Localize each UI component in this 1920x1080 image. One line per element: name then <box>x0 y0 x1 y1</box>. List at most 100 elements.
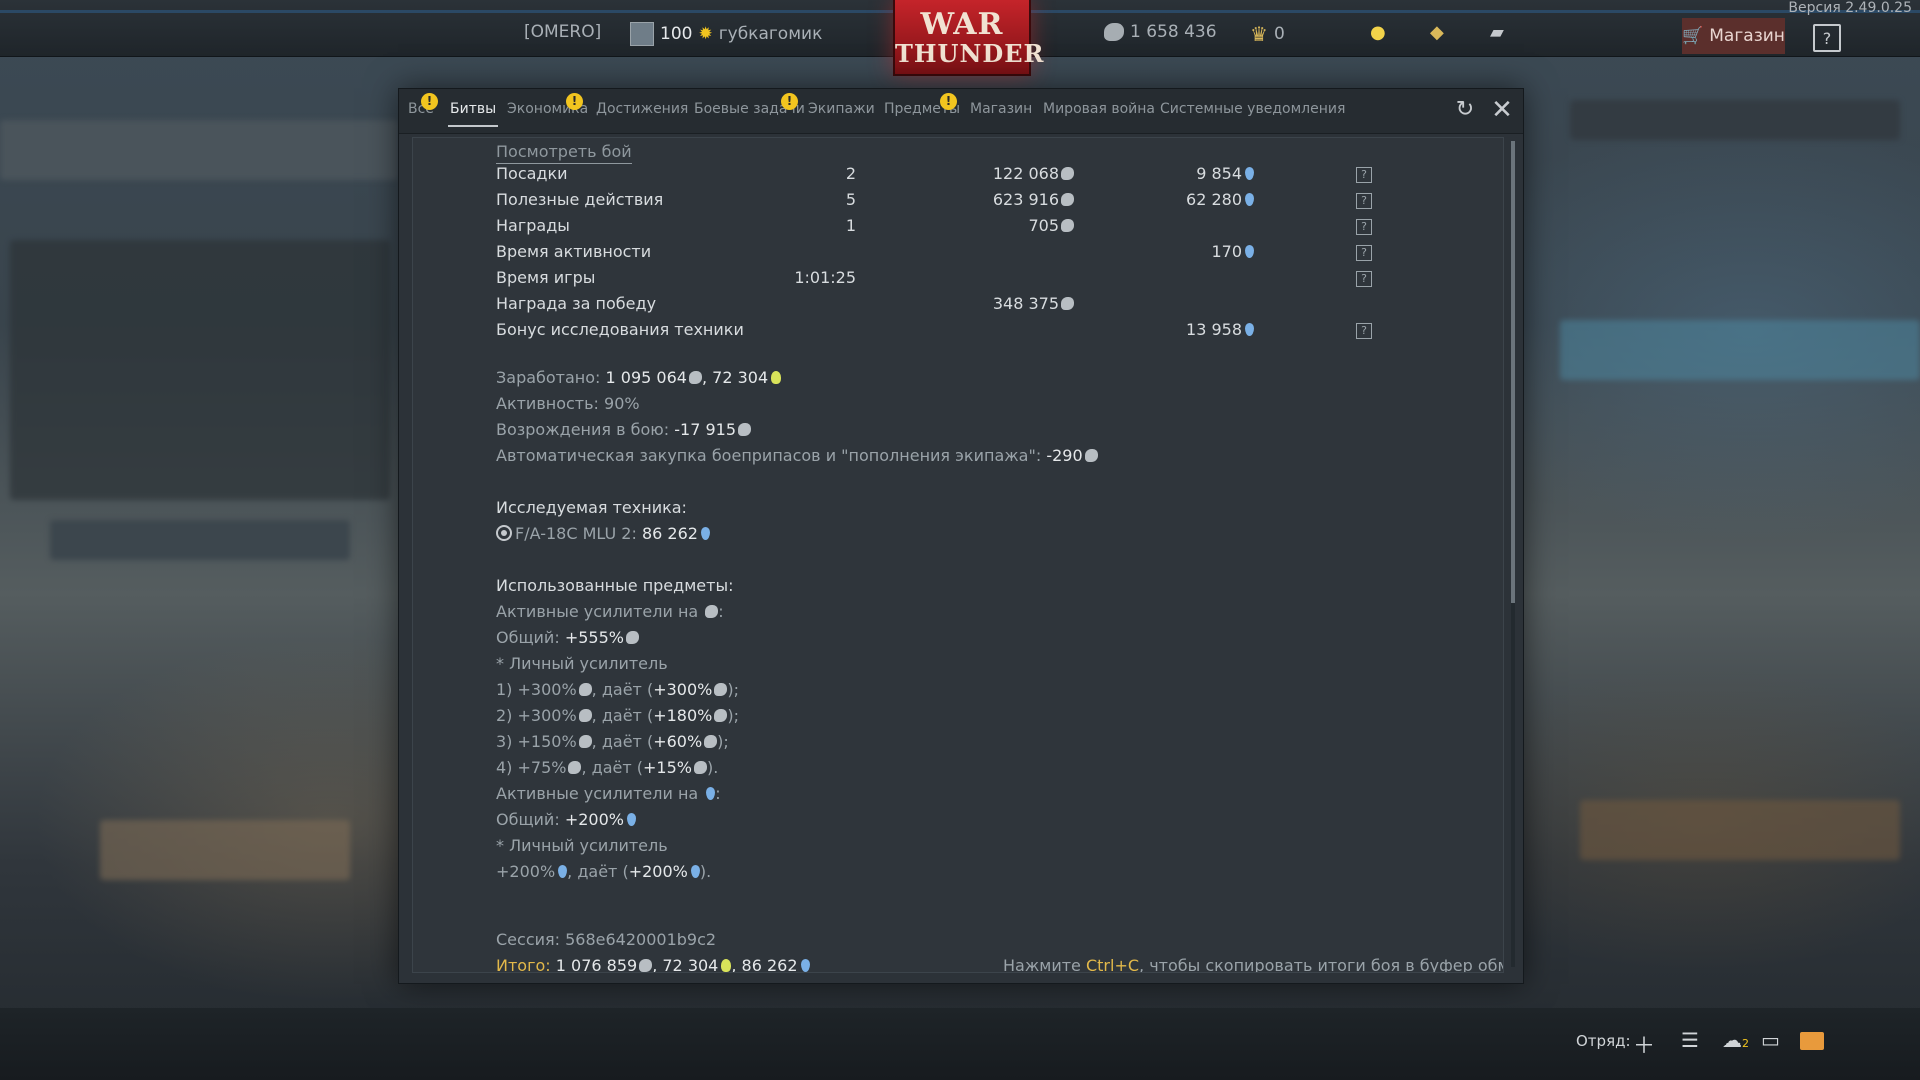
research-points-icon <box>706 787 716 800</box>
row-count: 5 <box>845 190 856 209</box>
research-radio-icon <box>496 525 512 541</box>
profile-info[interactable]: 100 ✹ губкагомик <box>630 22 822 46</box>
activity-line: Активность: 90% <box>496 394 640 413</box>
squad-tag[interactable]: [OMERO] <box>524 22 601 42</box>
research-points-icon <box>1245 245 1254 258</box>
silver-lions-icon <box>693 761 707 774</box>
table-row: Время активности 170 ? <box>496 242 1376 264</box>
player-nickname: губкагомик <box>718 24 823 44</box>
golden-eagles-balance[interactable]: ♛ 0 <box>1250 22 1285 46</box>
row-rp: 13 958 <box>1186 320 1254 339</box>
table-row: Награда за победу 348 375 <box>496 294 1376 316</box>
silver-lions-value: 1 658 436 <box>1130 22 1217 42</box>
help-icon[interactable]: ? <box>1356 219 1372 235</box>
scrollbar[interactable] <box>1511 141 1515 967</box>
sl-booster-item: 4) +75%, даёт (+15%). <box>496 758 719 777</box>
battle-report-content: Посмотреть бой Посадки 2 122 068 9 854 ?… <box>412 137 1504 973</box>
refresh-icon[interactable]: ↻ <box>1452 97 1478 123</box>
row-count: 1 <box>845 216 856 235</box>
shop-button[interactable]: 🛒 Магазин <box>1682 18 1785 54</box>
help-icon[interactable]: ? <box>1356 271 1372 287</box>
close-icon[interactable]: ✕ <box>1489 97 1515 123</box>
row-sl: 623 916 <box>993 190 1074 209</box>
tab-all[interactable]: ! Все <box>408 93 438 117</box>
logo-line-1: WAR <box>920 7 1004 42</box>
tab-achievements[interactable]: Достижения <box>596 101 688 117</box>
golden-eagles-value: 0 <box>1273 24 1285 44</box>
war-thunder-logo[interactable]: WAR THUNDER <box>893 0 1043 76</box>
row-count: 2 <box>845 164 856 183</box>
personal-booster-label: * Личный усилитель <box>496 654 668 673</box>
free-rp-icon <box>721 959 732 972</box>
chat-icon[interactable]: ▭ <box>1761 1028 1780 1052</box>
research-vehicle-line: F/A-18C MLU 2: 86 262 <box>496 524 710 543</box>
silver-lions-icon <box>625 631 639 644</box>
row-name: Полезные действия <box>496 190 664 209</box>
silver-lions-icon <box>714 709 728 722</box>
tab-world-war[interactable]: Мировая война <box>1043 101 1155 117</box>
rp-boosters-heading: Активные усилители на : <box>496 784 721 803</box>
silver-lions-icon <box>568 761 582 774</box>
list-icon[interactable]: ☰ <box>1681 1028 1699 1052</box>
silver-lions-balance[interactable]: 1 658 436 <box>1104 22 1217 42</box>
silver-lions-icon <box>578 709 592 722</box>
contacts-icon[interactable]: ☁2 <box>1722 1028 1749 1052</box>
help-icon[interactable]: ? <box>1356 245 1372 261</box>
premium-diamond-icon[interactable]: ◆ <box>1430 22 1444 43</box>
row-name: Время активности <box>496 242 652 261</box>
research-points-icon <box>626 813 636 826</box>
silver-lions-icon <box>714 683 728 696</box>
level-star-icon: ✹ <box>698 24 713 44</box>
warning-icon: ! <box>421 93 438 110</box>
row-rp: 9 854 <box>1196 164 1254 183</box>
tab-shop[interactable]: Магазин <box>970 101 1032 117</box>
silver-lions-icon <box>738 423 751 436</box>
silver-lions-icon <box>578 735 592 748</box>
sl-booster-item: 1) +300%, даёт (+300%); <box>496 680 739 699</box>
scrollbar-thumb[interactable] <box>1511 141 1515 603</box>
add-squad-icon[interactable]: ＋ <box>1633 1028 1655 1060</box>
lightbulb-icon[interactable]: ● <box>1370 22 1386 43</box>
table-row: Время игры 1:01:25 ? <box>496 268 1376 290</box>
silver-lions-icon <box>578 683 592 696</box>
mail-icon[interactable] <box>1800 1032 1824 1050</box>
rp-booster-item: +200%, даёт (+200%). <box>496 862 712 881</box>
help-button[interactable]: ? <box>1813 24 1841 52</box>
total-label: Итого: <box>496 956 551 973</box>
bottom-bar <box>0 1008 1920 1080</box>
items-heading: Использованные предметы: <box>496 576 734 595</box>
tab-label: Мировая война <box>1043 101 1155 117</box>
sl-booster-item: 2) +300%, даёт (+180%); <box>496 706 739 725</box>
row-count: 1:01:25 <box>794 268 856 287</box>
sl-booster-item: 3) +150%, даёт (+60%); <box>496 732 729 751</box>
contacts-count: 2 <box>1742 1037 1749 1050</box>
coupon-icon[interactable]: ▰ <box>1490 22 1504 43</box>
tab-system-notifications[interactable]: Системные уведомления <box>1160 101 1345 117</box>
tab-crews[interactable]: Экипажи <box>808 101 875 117</box>
row-sl: 348 375 <box>993 294 1074 313</box>
session-line: Сессия: 568e6420001b9c2 <box>496 930 717 949</box>
help-icon[interactable]: ? <box>1356 193 1372 209</box>
research-points-icon <box>700 527 710 540</box>
row-name: Посадки <box>496 164 568 183</box>
help-icon[interactable]: ? <box>1356 167 1372 183</box>
tab-label: Магазин <box>970 101 1033 117</box>
row-rp: 62 280 <box>1186 190 1254 209</box>
tab-battles[interactable]: Битвы <box>447 101 499 127</box>
total-line: Итого: 1 076 859, 72 304, 86 262 <box>496 956 810 973</box>
tab-economy[interactable]: ! Экономика <box>507 93 588 117</box>
warning-icon: ! <box>781 93 798 110</box>
autobuy-line: Автоматическая закупка боеприпасов и "по… <box>496 446 1098 465</box>
research-points-icon <box>800 959 810 972</box>
avatar <box>630 22 654 46</box>
top-bar: [OMERO] 100 ✹ губкагомик WAR THUNDER 1 6… <box>0 0 1920 76</box>
research-points-icon <box>1245 323 1254 336</box>
view-battle-link[interactable]: Посмотреть бой <box>496 142 632 164</box>
tab-combat-tasks[interactable]: ! Боевые задачи <box>694 93 805 117</box>
help-icon[interactable]: ? <box>1356 323 1372 339</box>
player-level: 100 <box>660 24 693 44</box>
copy-hint: Нажмите Ctrl+C, чтобы скопировать итоги … <box>1003 956 1504 973</box>
tab-items[interactable]: ! Предметы <box>884 93 960 117</box>
respawns-line: Возрождения в бою: -17 915 <box>496 420 751 439</box>
row-sl: 705 <box>1028 216 1074 235</box>
